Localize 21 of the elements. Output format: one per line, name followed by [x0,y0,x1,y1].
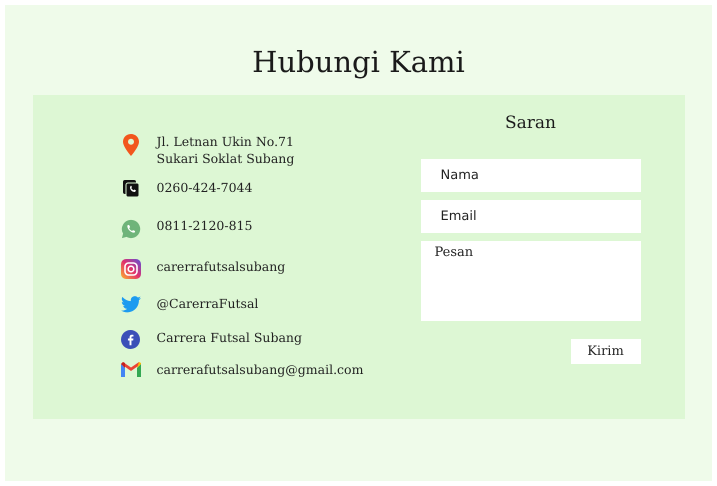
contact-text: @CarerraFutsal [156,295,258,312]
contact-text: 0260-424-7044 [156,179,252,196]
facebook-icon [121,330,140,349]
contact-text: carerrafutsalsubang [156,258,286,275]
form-title: Saran [504,113,557,133]
contact-text: Jl. Letnan Ukin No.71 [156,133,294,150]
mail-icon [120,362,140,377]
message-field[interactable]: Pesan [420,241,640,321]
input-field[interactable]: Nama [420,159,640,192]
contact-text: Carrera Futsal Subang [156,329,302,346]
phone-icon [122,180,138,197]
contact-text: 0811-2120-815 [156,217,252,234]
chat-bubble-icon [120,218,140,240]
contact-text: carrerafutsalsubang@gmail.com [156,361,364,378]
bird-icon [120,296,140,313]
input-field[interactable]: Email [420,200,640,233]
page-title: Hubungi Kami [252,45,465,79]
submit-button[interactable]: Kirim [570,339,640,364]
location-pin-icon [122,134,138,156]
contact-text: Sukari Soklat Subang [156,150,294,167]
camera-icon [120,259,140,279]
